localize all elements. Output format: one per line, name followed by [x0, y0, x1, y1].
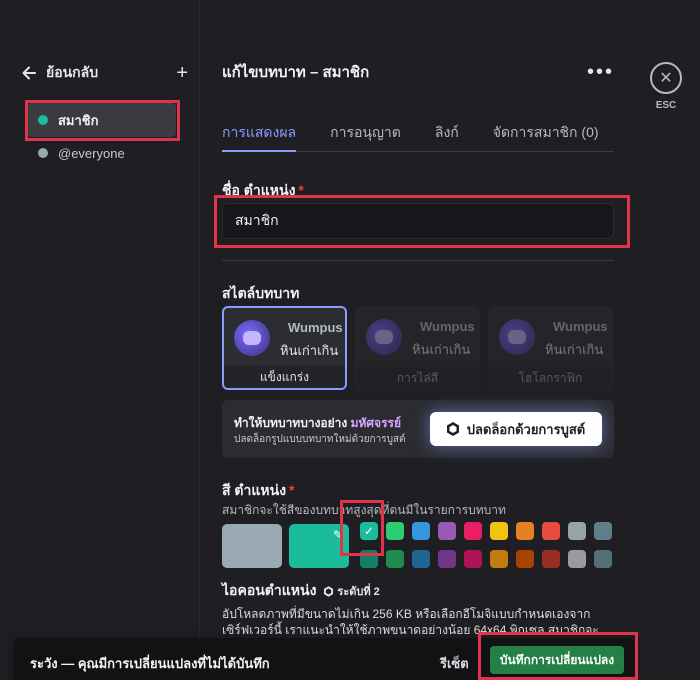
unlock-with-boost-label: ปลดล็อกด้วยการบูสต์ [466, 421, 586, 437]
preview-username: Wumpus [553, 319, 608, 334]
wumpus-avatar [366, 319, 402, 355]
color-swatch[interactable] [594, 550, 612, 568]
boost-gem-icon [446, 422, 459, 436]
tab-links[interactable]: ลิงก์ [435, 118, 459, 152]
role-style-label: สไตล์บทบาท [222, 285, 300, 301]
back-row: ย้อนกลับ + [20, 62, 188, 84]
page-title: แก้ไขบทบาท – สมาชิก [222, 64, 370, 81]
style-card-gradient[interactable]: Wumpus หินเก่าเกิน การไล่สี [355, 306, 480, 390]
color-swatch[interactable] [464, 550, 482, 568]
color-swatch[interactable] [490, 522, 508, 540]
close-area: ✕ ESC [648, 62, 684, 111]
more-options-icon[interactable]: ••• [587, 61, 614, 84]
preview-username: Wumpus [288, 320, 343, 335]
boost-headline: ทำให้บทบาทบางอย่าง มหัศจรรย์ [234, 414, 401, 433]
color-palette: ✓ [360, 522, 620, 570]
esc-hint: ESC [655, 100, 677, 111]
color-swatch[interactable] [542, 550, 560, 568]
tab-bar: การแสดงผล การอนุญาต ลิงก์ จัดการสมาชิก (… [222, 118, 614, 152]
boost-level-badge: ระดับที่ 2 [324, 582, 380, 600]
required-marker: * [298, 182, 304, 198]
role-name-label: ชื่อ ตำแหน่ง * [222, 180, 304, 202]
unsaved-warning: ระวัง — คุณมีการเปลี่ยนแปลงที่ไม่ได้บันท… [30, 656, 270, 671]
color-swatch[interactable] [360, 550, 378, 568]
color-swatch[interactable] [594, 522, 612, 540]
role-editor: แก้ไขบทบาท – สมาชิก ••• การแสดงผล การอนุ… [200, 0, 630, 680]
color-swatch[interactable] [412, 522, 430, 540]
role-name-input[interactable]: สมาชิก [222, 203, 614, 239]
color-swatch[interactable] [438, 550, 456, 568]
role-name-label-text: ชื่อ ตำแหน่ง [222, 182, 296, 198]
role-list-item-everyone[interactable]: @everyone [28, 136, 176, 170]
preview-role-text: หินเก่าเกิน [545, 342, 604, 357]
wumpus-avatar [499, 319, 535, 355]
pencil-icon: ✎ [332, 528, 343, 542]
color-swatch[interactable] [516, 550, 534, 568]
check-icon: ✓ [363, 524, 375, 538]
style-card-holographic[interactable]: Wumpus หินเก่าเกิน โฮโลกราฟิก [488, 306, 613, 390]
role-color-description: สมาชิกจะใช้สีของบทบาทสูงสุดที่ตนมีในรายก… [222, 503, 506, 517]
role-color-dot [38, 148, 48, 158]
sidebar: ย้อนกลับ + สมาชิก @everyone [0, 0, 200, 680]
color-swatch[interactable] [568, 522, 586, 540]
role-list-item-member[interactable]: สมาชิก [28, 103, 176, 137]
color-swatch[interactable] [412, 550, 430, 568]
title-row: แก้ไขบทบาท – สมาชิก ••• [222, 60, 614, 84]
color-swatch[interactable] [516, 522, 534, 540]
add-role-icon[interactable]: + [176, 63, 188, 83]
style-caption: การไล่สี [356, 367, 479, 389]
color-swatch[interactable] [568, 550, 586, 568]
preview-role-text: หินเก่าเกิน [280, 343, 339, 358]
role-icon-label-text: ไอคอนตำแหน่ง [222, 582, 317, 598]
role-color-label: สี ตำแหน่ง * [222, 480, 295, 502]
default-color-swatch[interactable] [222, 524, 282, 568]
tab-permissions[interactable]: การอนุญาต [330, 118, 401, 152]
wumpus-avatar [234, 320, 270, 356]
tab-display[interactable]: การแสดงผล [222, 118, 297, 152]
role-style-options: Wumpus หินเก่าเกิน แข็งแกร่ง Wumpus หินเ… [222, 306, 614, 390]
tab-manage-members[interactable]: จัดการสมาชิก (0) [493, 118, 599, 152]
save-changes-button[interactable]: บันทึกการเปลี่ยนแปลง [490, 646, 624, 674]
boost-gem-icon [324, 585, 334, 597]
custom-color-swatch[interactable]: ✎ [289, 524, 349, 568]
color-swatch[interactable] [438, 522, 456, 540]
back-arrow-icon[interactable] [20, 64, 38, 82]
role-color-dot [38, 115, 48, 125]
color-swatch[interactable] [542, 522, 560, 540]
style-caption: โฮโลกราฟิก [489, 367, 612, 389]
unsaved-changes-bar: ระวัง — คุณมีการเปลี่ยนแปลงที่ไม่ได้บันท… [14, 638, 634, 680]
preview-role-text: หินเก่าเกิน [412, 342, 471, 357]
boost-subtext: ปลดล็อกรูปแบบบทบาทใหม่ด้วยการบูสต์ [234, 434, 406, 445]
color-swatch[interactable]: ✓ [360, 522, 378, 540]
back-button[interactable]: ย้อนกลับ [46, 62, 98, 84]
boost-headline-highlight: มหัศจรรย์ [350, 416, 401, 430]
divider [222, 260, 614, 261]
close-icon[interactable]: ✕ [650, 62, 682, 94]
unlock-with-boost-button[interactable]: ปลดล็อกด้วยการบูสต์ [430, 412, 602, 446]
boost-headline-text: ทำให้บทบาทบางอย่าง [234, 416, 351, 430]
role-name: @everyone [58, 145, 125, 161]
boost-level-text: ระดับที่ 2 [337, 586, 380, 598]
role-color-label-text: สี ตำแหน่ง [222, 482, 287, 498]
style-caption: แข็งแกร่ง [224, 366, 345, 388]
preview-username: Wumpus [420, 319, 475, 334]
style-card-solid[interactable]: Wumpus หินเก่าเกิน แข็งแกร่ง [222, 306, 347, 390]
required-marker: * [289, 482, 295, 498]
role-icon-label: ไอคอนตำแหน่ง ระดับที่ 2 [222, 580, 380, 602]
color-swatch[interactable] [386, 522, 404, 540]
reset-button[interactable]: รีเซ็ต [440, 653, 469, 674]
color-swatch[interactable] [464, 522, 482, 540]
color-swatch[interactable] [386, 550, 404, 568]
boost-promo: ทำให้บทบาทบางอย่าง มหัศจรรย์ ปลดล็อกรูปแ… [222, 400, 614, 458]
color-swatch[interactable] [490, 550, 508, 568]
role-name: สมาชิก [58, 112, 99, 128]
